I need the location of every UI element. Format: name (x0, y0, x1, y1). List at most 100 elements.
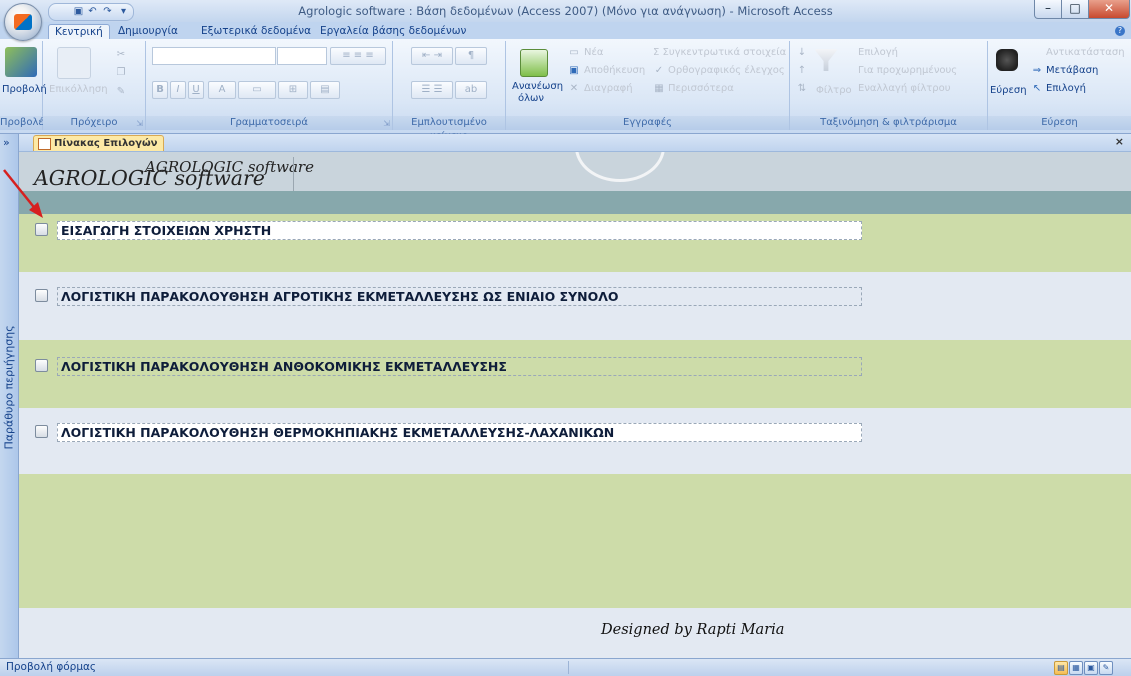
status-separator (568, 661, 569, 674)
option-checkbox[interactable] (35, 289, 48, 302)
group-clipboard: Επικόλληση ✂ ❐ ✎ Πρόχειρο ⇲ (43, 41, 146, 130)
underline-button[interactable]: U (188, 81, 204, 99)
view-button-label[interactable]: Προβολή (2, 84, 47, 95)
rtl-button[interactable]: ¶ (455, 47, 487, 65)
option-label[interactable]: ΛΟΓΙΣΤΙΚΗ ΠΑΡΑΚΟΛΟΥΘΗΣΗ ΑΝΘΟΚΟΜΙΚΗΣ ΕΚΜΕ… (57, 357, 862, 376)
maximize-button[interactable]: □ (1061, 0, 1089, 19)
nav-pane-label: Παράθυρο περιήγησης (2, 325, 16, 450)
close-button[interactable]: ✕ (1088, 0, 1130, 19)
help-icon[interactable]: ? (1115, 26, 1125, 36)
goto-icon[interactable]: ⇒ (1031, 65, 1043, 77)
option-checkbox[interactable] (35, 425, 48, 438)
goto-label[interactable]: Μετάβαση (1046, 65, 1098, 76)
refresh-icon[interactable] (520, 49, 548, 77)
group-label-find: Εύρεση (988, 116, 1131, 130)
new-record-label[interactable]: Νέα (584, 47, 603, 58)
ribbon-tabs: Κεντρική Δημιουργία Εξωτερικά δεδομένα Ε… (0, 22, 1131, 40)
cut-icon[interactable]: ✂ (115, 49, 127, 61)
document-close-icon[interactable]: × (1115, 135, 1124, 148)
font-color-button[interactable]: A (208, 81, 236, 99)
clipboard-launcher-icon[interactable]: ⇲ (136, 119, 143, 128)
group-rich-text: ⇤ ⇥ ¶ ☰ ☰ ab Εμπλουτισμένο κείμενο (393, 41, 506, 142)
datasheet-view-icon[interactable]: ▦ (1069, 661, 1083, 675)
sort-ascending-icon[interactable]: ↓ (796, 47, 808, 59)
option-band: ΛΟΓΙΣΤΙΚΗ ΠΑΡΑΚΟΛΟΥΘΗΣΗ ΑΓΡΟΤΙΚΗΣ ΕΚΜΕΤΑ… (19, 272, 1131, 340)
form-header: AGROLOGIC software AGROLOGIC software (19, 152, 1131, 191)
save-record-label[interactable]: Αποθήκευση (584, 65, 645, 76)
option-row[interactable]: ΛΟΓΙΣΤΙΚΗ ΠΑΡΑΚΟΛΟΥΘΗΣΗ ΘΕΡΜΟΚΗΠΙΑΚΗΣ ΕΚ… (35, 422, 875, 442)
select-label[interactable]: Επιλογή (1046, 83, 1086, 94)
align-buttons[interactable]: ≡ ≡ ≡ (330, 47, 386, 65)
option-row[interactable]: ΛΟΓΙΣΤΙΚΗ ΠΑΡΑΚΟΛΟΥΘΗΣΗ ΑΓΡΟΤΙΚΗΣ ΕΚΜΕΤΑ… (35, 286, 875, 306)
form-title: AGROLOGIC software (34, 166, 265, 190)
form-view-icon[interactable]: ▤ (1054, 661, 1068, 675)
tab-create[interactable]: Δημιουργία (112, 24, 184, 39)
option-row[interactable]: ΛΟΓΙΣΤΙΚΗ ΠΑΡΑΚΟΛΟΥΘΗΣΗ ΑΝΘΟΚΟΜΙΚΗΣ ΕΚΜΕ… (35, 356, 875, 376)
refresh-all-label[interactable]: Ανανέωση (512, 81, 563, 92)
window-title: Agrologic software : Βάση δεδομένων (Acc… (298, 4, 833, 18)
tab-database-tools[interactable]: Εργαλεία βάσης δεδομένων (314, 24, 472, 39)
font-size-select[interactable] (277, 47, 327, 65)
option-checkbox[interactable] (35, 359, 48, 372)
status-text: Προβολή φόρμας (6, 661, 97, 673)
option-row[interactable]: ΕΙΣΑΓΩΓΗ ΣΤΟΙΧΕΙΩΝ ΧΡΗΣΤΗ (35, 220, 875, 240)
alternate-fill-button[interactable]: ▤ (310, 81, 340, 99)
office-logo-icon (14, 14, 32, 30)
list-buttons[interactable]: ☰ ☰ (411, 81, 453, 99)
design-view-icon[interactable]: ✎ (1099, 661, 1113, 675)
option-label[interactable]: ΕΙΣΑΓΩΓΗ ΣΤΟΙΧΕΙΩΝ ΧΡΗΣΤΗ (57, 221, 862, 240)
more-icon[interactable]: ▦ (653, 83, 665, 95)
document-tab[interactable]: Πίνακας Επιλογών (33, 135, 165, 151)
spelling-label[interactable]: Ορθογραφικός έλεγχος (668, 65, 785, 76)
font-name-select[interactable] (152, 47, 276, 65)
filter-label[interactable]: Φίλτρο (816, 85, 852, 96)
totals-label[interactable]: Σ Συγκεντρωτικά στοιχεία (653, 47, 786, 58)
paste-icon[interactable] (57, 47, 91, 79)
group-sort-filter: ↓ ↑ ⇅ Φίλτρο Επιλογή Για προχωρημένους Ε… (790, 41, 988, 130)
office-button[interactable] (4, 3, 42, 41)
filter-icon[interactable] (814, 49, 838, 71)
option-label[interactable]: ΛΟΓΙΣΤΙΚΗ ΠΑΡΑΚΟΛΟΥΘΗΣΗ ΑΓΡΟΤΙΚΗΣ ΕΚΜΕΤΑ… (57, 287, 862, 306)
paste-label[interactable]: Επικόλληση (49, 84, 108, 95)
layout-view-icon[interactable]: ▣ (1084, 661, 1098, 675)
new-record-icon[interactable]: ▭ (568, 47, 580, 59)
title-bar: ▣ ↶ ↷ ▾ Agrologic software : Βάση δεδομέ… (0, 0, 1131, 22)
save-record-icon[interactable]: ▣ (568, 65, 580, 77)
bold-button[interactable]: B (152, 81, 168, 99)
minimize-button[interactable]: – (1034, 0, 1062, 19)
toggle-filter-label[interactable]: Εναλλαγή φίλτρου (858, 83, 951, 94)
delete-record-icon[interactable]: ✕ (568, 83, 580, 95)
tab-external-data[interactable]: Εξωτερικά δεδομένα (195, 24, 317, 39)
sort-descending-icon[interactable]: ↑ (796, 65, 808, 77)
replace-label[interactable]: Αντικατάσταση (1046, 47, 1125, 58)
selection-filter-label[interactable]: Επιλογή (858, 47, 898, 58)
fill-color-button[interactable]: ▭ (238, 81, 276, 99)
option-label[interactable]: ΛΟΓΙΣΤΙΚΗ ΠΑΡΑΚΟΛΟΥΘΗΣΗ ΘΕΡΜΟΚΗΠΙΑΚΗΣ ΕΚ… (57, 423, 862, 442)
minimize-icon: – (1045, 1, 1051, 15)
delete-record-label[interactable]: Διαγραφή (584, 83, 633, 94)
italic-button[interactable]: I (170, 81, 186, 99)
title-divider (293, 157, 294, 191)
spelling-icon[interactable]: ✓ (653, 65, 665, 77)
group-label-rich-text: Εμπλουτισμένο κείμενο (393, 116, 505, 142)
binoculars-icon[interactable] (996, 49, 1018, 71)
refresh-all-label-2[interactable]: όλων (518, 93, 544, 104)
gridlines-button[interactable]: ⊞ (278, 81, 308, 99)
advanced-filter-label[interactable]: Για προχωρημένους (858, 65, 957, 76)
copy-icon[interactable]: ❐ (115, 67, 127, 79)
clear-sort-icon[interactable]: ⇅ (796, 83, 808, 95)
option-checkbox[interactable] (35, 223, 48, 236)
document-tab-label: Πίνακας Επιλογών (54, 138, 158, 149)
nav-pane-expand-icon[interactable]: » (3, 136, 10, 149)
group-label-records: Εγγραφές (506, 116, 789, 130)
indent-buttons[interactable]: ⇤ ⇥ (411, 47, 453, 65)
document-tab-bar: Πίνακας Επιλογών × (19, 134, 1131, 152)
find-label[interactable]: Εύρεση (990, 85, 1027, 96)
view-icon[interactable] (5, 47, 37, 77)
font-launcher-icon[interactable]: ⇲ (383, 119, 390, 128)
more-label[interactable]: Περισσότερα (668, 83, 734, 94)
tab-home[interactable]: Κεντρική (48, 24, 110, 40)
format-painter-icon[interactable]: ✎ (115, 86, 127, 98)
highlight-button[interactable]: ab (455, 81, 487, 99)
select-icon[interactable]: ↖ (1031, 83, 1043, 95)
